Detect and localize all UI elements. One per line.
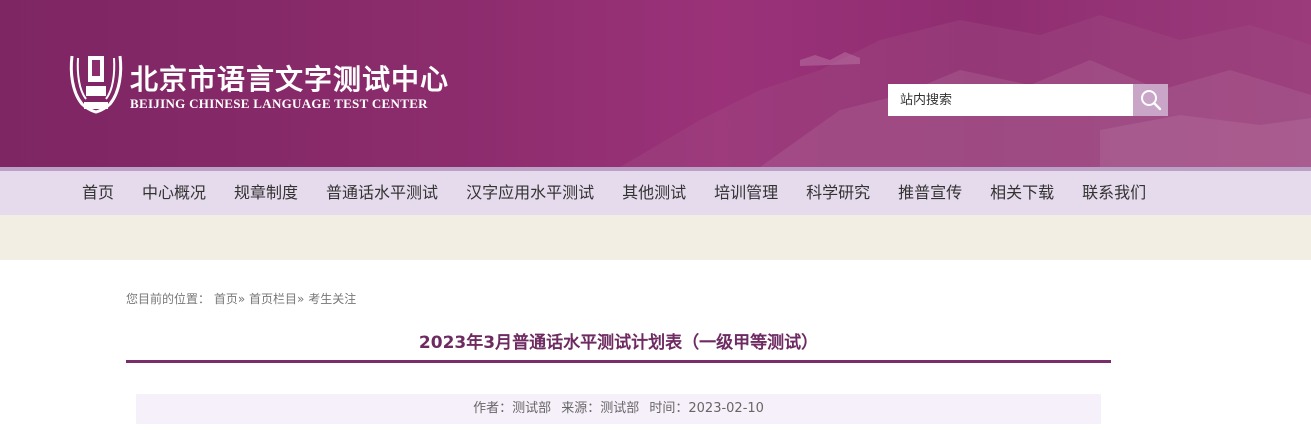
nav-item-regulations[interactable]: 规章制度 — [234, 171, 298, 215]
main-nav: 首页 中心概况 规章制度 普通话水平测试 汉字应用水平测试 其他测试 培训管理 … — [0, 167, 1311, 215]
nav-item-hanzi-test[interactable]: 汉字应用水平测试 — [466, 171, 594, 215]
nav-item-downloads[interactable]: 相关下载 — [990, 171, 1054, 215]
site-name-cn: 北京市语言文字测试中心 — [130, 63, 450, 96]
nav-item-training[interactable]: 培训管理 — [714, 171, 778, 215]
breadcrumb-section-link[interactable]: 首页栏目 — [249, 292, 297, 306]
article-time: 时间：2023-02-10 — [649, 401, 764, 416]
nav-item-promotion[interactable]: 推普宣传 — [898, 171, 962, 215]
nav-item-contact[interactable]: 联系我们 — [1082, 171, 1146, 215]
nav-item-other-tests[interactable]: 其他测试 — [622, 171, 686, 215]
nav-item-home[interactable]: 首页 — [82, 171, 114, 215]
breadcrumb-current-link[interactable]: 考生关注 — [308, 292, 356, 306]
logo-emblem-icon — [69, 55, 123, 114]
search-icon — [1140, 90, 1161, 111]
breadcrumb-home-link[interactable]: 首页 — [214, 292, 238, 306]
breadcrumb-prefix: 您目前的位置： — [126, 292, 211, 306]
nav-item-research[interactable]: 科学研究 — [806, 171, 870, 215]
nav-item-putonghua-test[interactable]: 普通话水平测试 — [326, 171, 438, 215]
breadcrumb: 您目前的位置： 首页» 首页栏目» 考生关注 — [126, 290, 356, 307]
site-name-en: BEIJING CHINESE LANGUAGE TEST CENTER — [130, 96, 428, 111]
breadcrumb-separator: » — [237, 292, 246, 306]
search-input[interactable] — [888, 84, 1133, 116]
article-title: 2023年3月普通话水平测试计划表（一级甲等测试） — [418, 333, 819, 353]
site-header: 北京市语言文字测试中心 BEIJING CHINESE LANGUAGE TES… — [0, 0, 1311, 167]
article-source: 来源：测试部 — [561, 401, 640, 416]
search-box — [888, 84, 1168, 116]
article-author: 作者：测试部 — [473, 401, 552, 416]
breadcrumb-separator: » — [297, 292, 305, 306]
search-button[interactable] — [1133, 84, 1168, 116]
nav-item-about[interactable]: 中心概况 — [142, 171, 206, 215]
title-divider — [126, 360, 1111, 363]
decorative-band — [0, 215, 1311, 260]
article-meta: 作者：测试部 来源：测试部 时间：2023-02-10 — [136, 394, 1101, 424]
